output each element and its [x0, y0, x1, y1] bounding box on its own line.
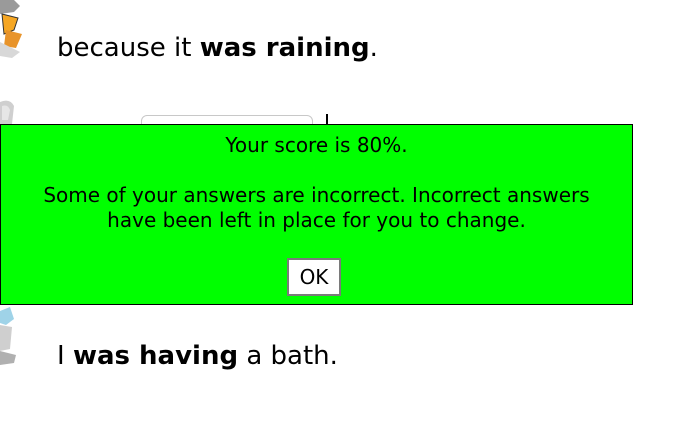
sentence-text: because it	[57, 33, 200, 63]
correct-answer: was having	[72, 341, 239, 371]
sentence-text: .	[369, 33, 378, 63]
clipart-figure-icon	[0, 305, 20, 367]
score-text: Your score is 80%.	[225, 133, 408, 157]
sentence-3: I was having a bath.	[57, 340, 338, 372]
sentence-1: because it was raining.	[57, 32, 378, 64]
feedback-message: Some of your answers are incorrect. Inco…	[43, 183, 590, 232]
sentence-text: I	[57, 341, 73, 371]
feedback-dialog: Your score is 80%. Some of your answers …	[0, 124, 633, 305]
correct-answer: was raining	[199, 33, 370, 63]
clipart-figure-icon	[0, 0, 26, 60]
ok-button[interactable]: OK	[287, 258, 341, 296]
sentence-text: a bath.	[238, 341, 338, 371]
